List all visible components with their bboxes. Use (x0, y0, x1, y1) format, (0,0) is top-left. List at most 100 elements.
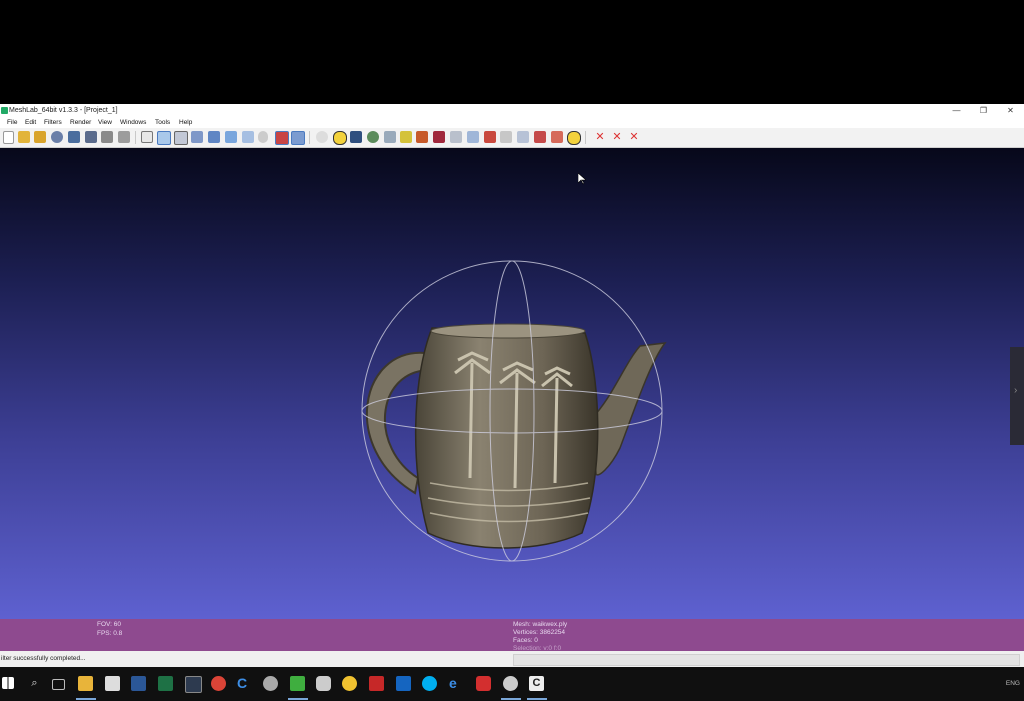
title-bar[interactable]: MeshLab_64bit v1.3.3 - [Project_1] — ❐ ✕ (0, 104, 1024, 117)
menu-view[interactable]: View (98, 117, 112, 128)
mesh-name-label: Mesh: waikwex.ply (513, 621, 568, 628)
reload-icon[interactable] (51, 131, 63, 143)
mesh-render (361, 260, 667, 562)
snapshot-icon[interactable] (101, 131, 113, 143)
toolbar-separator (309, 131, 310, 144)
select-vertices-icon[interactable] (400, 131, 412, 143)
file-explorer-icon[interactable] (78, 676, 93, 691)
flat-icon[interactable] (208, 131, 220, 143)
fov-label: FOV: 60 (97, 621, 121, 628)
edge-icon[interactable]: e (449, 676, 464, 691)
window-controls: — ❐ ✕ (943, 104, 1024, 117)
window-title: MeshLab_64bit v1.3.3 - [Project_1] (9, 107, 118, 114)
skype-icon[interactable] (422, 676, 437, 691)
teapot-rim (430, 323, 586, 339)
open-icon[interactable] (18, 131, 30, 143)
tray-language[interactable]: ENG (1006, 680, 1020, 687)
paint-icon[interactable] (484, 131, 496, 143)
delete-icon[interactable]: ✕ (594, 131, 606, 143)
smooth-icon[interactable] (225, 131, 237, 143)
new-icon[interactable] (3, 131, 14, 144)
points-icon[interactable] (157, 131, 171, 145)
toolbar-separator (585, 131, 586, 144)
menu-windows[interactable]: Windows (120, 117, 146, 128)
cortana-icon[interactable]: C (237, 676, 252, 691)
save-icon[interactable] (85, 131, 97, 143)
progress-bar (513, 654, 1020, 666)
color-icon[interactable] (275, 131, 289, 145)
chrome-icon[interactable] (211, 676, 226, 691)
texture-icon[interactable] (242, 131, 254, 143)
meshlab-window: MeshLab_64bit v1.3.3 - [Project_1] — ❐ ✕… (0, 104, 1024, 667)
trackball-icon[interactable] (316, 131, 328, 143)
measure-icon[interactable] (500, 131, 512, 143)
active-indicator (527, 698, 547, 700)
app-icon[interactable] (263, 676, 278, 691)
app-icon[interactable] (369, 676, 384, 691)
app-icon[interactable] (396, 676, 411, 691)
system-tray: ENG (1006, 667, 1020, 701)
active-indicator (501, 698, 521, 700)
active-indicator (76, 698, 96, 700)
vertices-label: Vertices: 3862254 (513, 629, 566, 636)
layers-icon[interactable] (291, 131, 305, 145)
close-button[interactable]: ✕ (997, 104, 1024, 117)
align-icon[interactable] (517, 131, 529, 143)
menu-tools[interactable]: Tools (155, 117, 170, 128)
align-icon[interactable] (433, 131, 445, 143)
import-icon[interactable] (68, 131, 80, 143)
toolbar-separator (135, 131, 136, 144)
app-icon[interactable] (342, 676, 357, 691)
minimize-button[interactable]: — (943, 104, 970, 117)
layer-panel-toggle[interactable]: › (1010, 347, 1024, 445)
paint-icon[interactable] (534, 131, 546, 143)
menu-edit[interactable]: Edit (25, 117, 36, 128)
excel-icon[interactable] (158, 676, 173, 691)
select-faces-icon[interactable] (551, 131, 563, 143)
app-icon[interactable] (316, 676, 331, 691)
app-icon[interactable]: C (529, 676, 544, 691)
render-info-bar: FOV: 60 FPS: 0.8 Mesh: waikwex.ply Verti… (0, 619, 1024, 652)
menu-help[interactable]: Help (179, 117, 192, 128)
select-faces-icon[interactable] (384, 131, 396, 143)
toolbar: ✕ ✕ ✕ (0, 128, 1024, 148)
chevron-right-icon: › (1014, 385, 1018, 396)
light-icon[interactable] (258, 131, 268, 143)
menu-bar: File Edit Filters Render View Windows To… (0, 117, 1024, 128)
menu-render[interactable]: Render (70, 117, 91, 128)
app-icon[interactable] (503, 676, 518, 691)
maximize-button[interactable]: ❐ (970, 104, 997, 117)
search-icon[interactable]: ⌕ (27, 676, 42, 691)
fps-label: FPS: 0.8 (97, 630, 123, 637)
bbox-icon[interactable] (141, 131, 153, 143)
windows-taskbar: ⌕ C e C ENG (0, 667, 1024, 701)
paint-icon[interactable] (367, 131, 379, 143)
measure-icon[interactable] (350, 131, 362, 143)
meshlab-app-icon (1, 107, 8, 114)
pick-points-icon[interactable] (416, 131, 428, 143)
info-icon[interactable] (567, 131, 581, 145)
annotate-icon[interactable] (333, 131, 347, 145)
open-project-icon[interactable] (34, 131, 46, 143)
mouse-cursor-icon (578, 173, 586, 185)
faces-label: Faces: 0 (513, 637, 538, 644)
app-icon[interactable] (476, 676, 491, 691)
status-message: ilter successfully completed... (1, 655, 86, 662)
store-icon[interactable] (105, 676, 120, 691)
delete-icon[interactable]: ✕ (611, 131, 623, 143)
wireframe-icon[interactable] (174, 131, 188, 145)
menu-filters[interactable]: Filters (44, 117, 62, 128)
meshlab-taskbar-icon[interactable] (290, 676, 305, 691)
start-icon[interactable] (2, 677, 14, 689)
delete-icon[interactable]: ✕ (628, 131, 640, 143)
menu-file[interactable]: File (7, 117, 17, 128)
task-view-icon[interactable] (52, 679, 65, 690)
layers-icon[interactable] (450, 131, 462, 143)
3d-viewport[interactable]: › (0, 148, 1024, 619)
media-icon[interactable] (185, 676, 202, 693)
status-bar: ilter successfully completed... (0, 651, 1024, 667)
pick-points-icon[interactable] (467, 131, 479, 143)
word-icon[interactable] (131, 676, 146, 691)
print-icon[interactable] (118, 131, 130, 143)
hidden-lines-icon[interactable] (191, 131, 203, 143)
